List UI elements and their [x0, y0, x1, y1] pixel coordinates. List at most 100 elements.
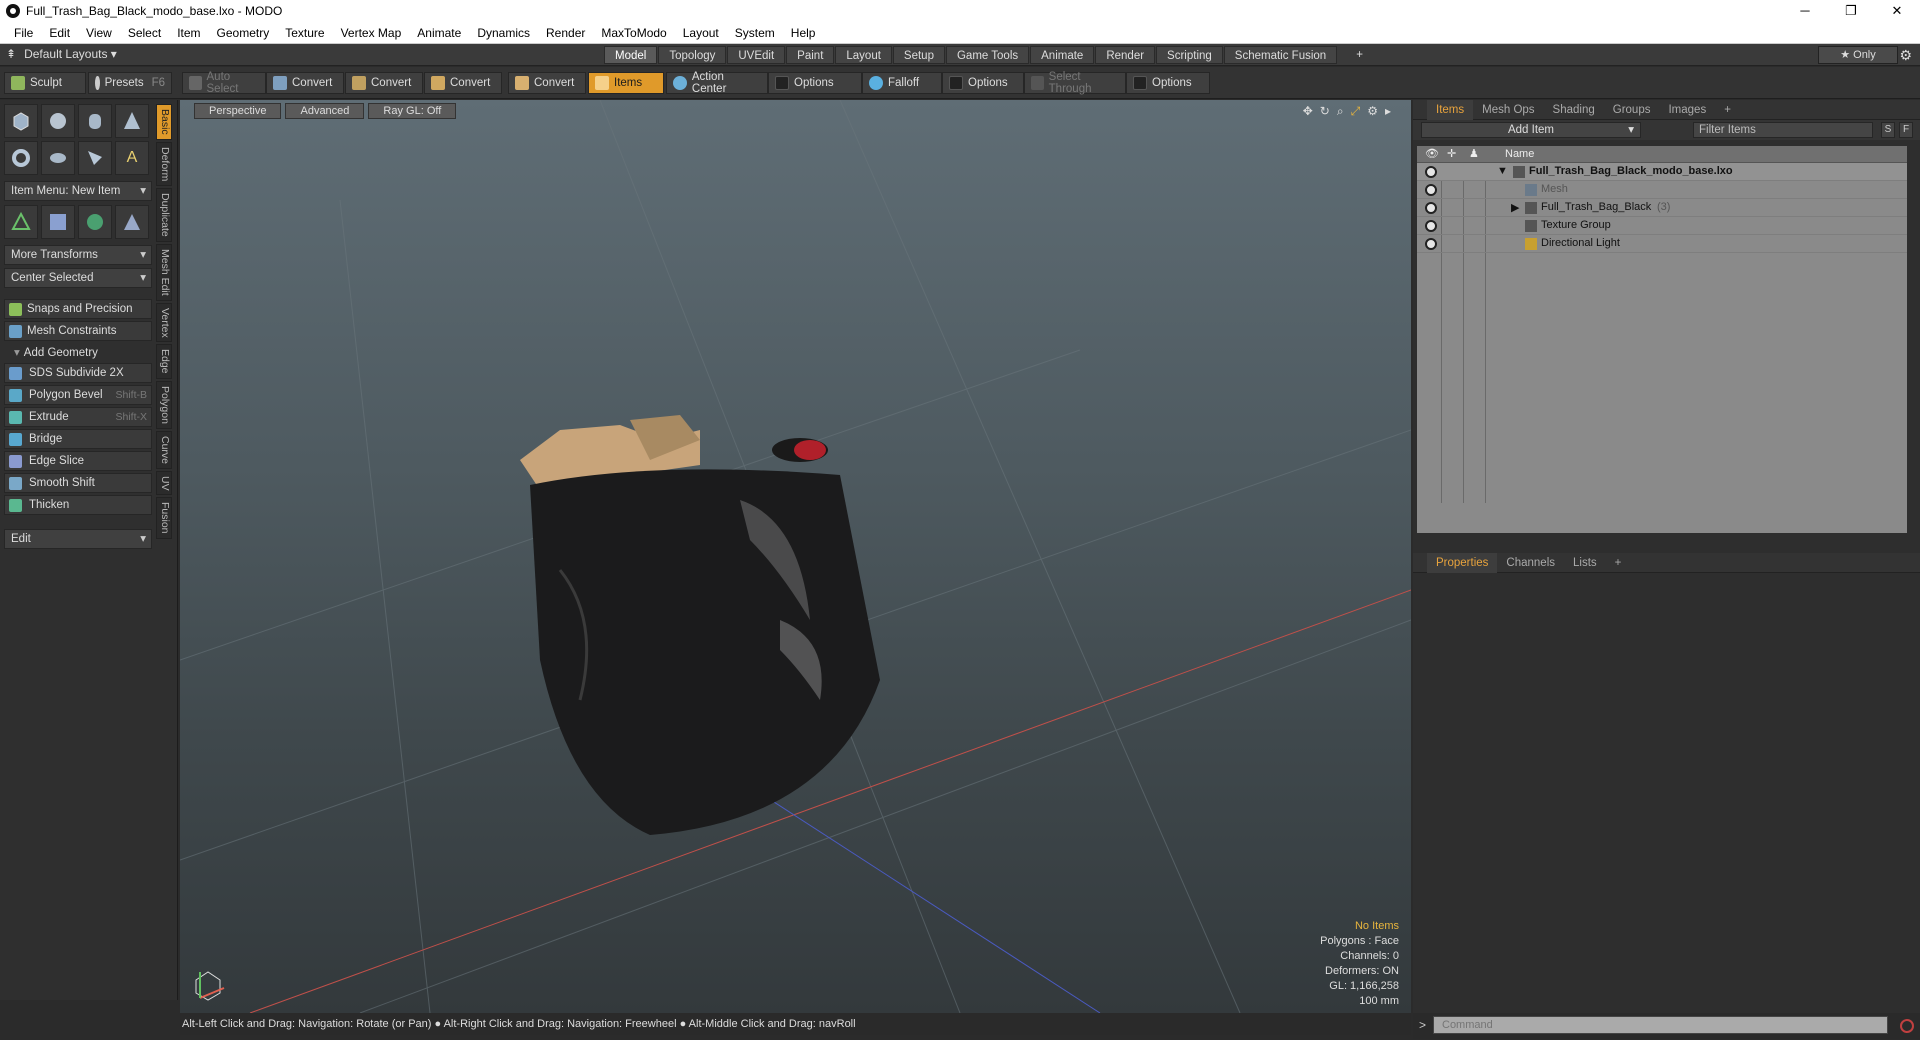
grid-tool-button[interactable] — [41, 205, 75, 239]
record-icon[interactable] — [1900, 1019, 1914, 1033]
tree-row-directional-light[interactable]: Directional Light — [1417, 235, 1907, 253]
add-property-tab-button[interactable]: + — [1606, 553, 1631, 573]
eye-icon[interactable] — [1425, 166, 1437, 178]
vtab-duplicate[interactable]: Duplicate — [156, 188, 172, 242]
menu-dynamics[interactable]: Dynamics — [469, 26, 538, 40]
menu-render[interactable]: Render — [538, 26, 593, 40]
action-center-button[interactable]: Action Center — [666, 71, 768, 95]
sds-subdivide-button[interactable]: SDS Subdivide 2X — [4, 363, 152, 383]
tab-properties[interactable]: Properties — [1427, 552, 1498, 573]
select-through-button[interactable]: Select Through — [1024, 71, 1126, 95]
menu-vertex-map[interactable]: Vertex Map — [333, 26, 410, 40]
tree-row-scene[interactable]: ▼ Full_Trash_Bag_Black_modo_base.lxo — [1417, 163, 1907, 181]
tab-model[interactable]: Model — [604, 46, 658, 64]
menu-edit[interactable]: Edit — [41, 26, 78, 40]
vtab-deform[interactable]: Deform — [156, 141, 172, 187]
layout-arrow-icon[interactable]: ⇞ — [6, 47, 16, 61]
raygl-button[interactable]: Ray GL: Off — [368, 103, 457, 119]
maximize-button[interactable]: ❐ — [1828, 0, 1874, 22]
cube-primitive-button[interactable] — [4, 104, 38, 138]
rotate-icon[interactable]: ↻ — [1320, 104, 1330, 119]
command-input[interactable] — [1433, 1016, 1888, 1034]
presets-button[interactable]: Presets F6 — [88, 72, 172, 94]
falloff-button[interactable]: Falloff — [862, 72, 942, 94]
capsule-primitive-button[interactable] — [41, 141, 75, 175]
tab-setup[interactable]: Setup — [892, 46, 945, 64]
viewport-gear-icon[interactable]: ⚙ — [1367, 104, 1378, 119]
tab-paint[interactable]: Paint — [786, 46, 835, 64]
thicken-button[interactable]: Thicken — [4, 495, 152, 515]
add-geometry-header[interactable]: ▾ Add Geometry — [4, 343, 152, 363]
expand-arrow-icon[interactable]: ▶ — [1511, 201, 1519, 214]
minimize-button[interactable]: ─ — [1782, 0, 1828, 22]
eye-icon[interactable] — [1425, 220, 1437, 232]
tab-topology[interactable]: Topology — [658, 46, 727, 64]
auto-select-button[interactable]: Auto Select — [182, 71, 266, 95]
viewport-expand-icon[interactable]: ▸ — [1385, 104, 1391, 119]
cone-primitive-button[interactable] — [115, 104, 149, 138]
tree-row-trash-bag[interactable]: ▶ Full_Trash_Bag_Black (3) — [1417, 199, 1907, 217]
mesh-constraints-button[interactable]: Mesh Constraints — [4, 321, 152, 341]
tab-groups[interactable]: Groups — [1604, 100, 1660, 120]
tab-lists[interactable]: Lists — [1564, 553, 1606, 573]
tree-row-texture-group[interactable]: Texture Group — [1417, 217, 1907, 235]
zoom-icon[interactable]: ⌕ — [1337, 104, 1344, 119]
eye-icon[interactable] — [1425, 238, 1437, 250]
eye-icon[interactable] — [1425, 202, 1437, 214]
tab-channels[interactable]: Channels — [1497, 553, 1564, 573]
fit-icon[interactable]: ⤢ — [1351, 104, 1361, 119]
vtab-basic[interactable]: Basic — [156, 104, 172, 140]
vtab-polygon[interactable]: Polygon — [156, 380, 172, 429]
convert-button-1[interactable]: Convert — [266, 72, 344, 94]
eye-icon[interactable] — [1425, 184, 1437, 196]
text-tool-button[interactable]: A — [115, 141, 149, 175]
edit-dropdown[interactable]: Edit — [4, 529, 152, 549]
filter-s-button[interactable]: S — [1881, 122, 1895, 138]
tab-game-tools[interactable]: Game Tools — [945, 46, 1030, 64]
3d-viewport[interactable]: Perspective Advanced Ray GL: Off ✥ ↻ ⌕ ⤢… — [180, 100, 1411, 1013]
menu-view[interactable]: View — [78, 26, 120, 40]
add-item-dropdown[interactable]: Add Item ▾ — [1421, 122, 1641, 138]
tab-render[interactable]: Render — [1095, 46, 1156, 64]
falloff-options-button[interactable]: Options — [942, 72, 1024, 94]
menu-system[interactable]: System — [727, 26, 783, 40]
perspective-button[interactable]: Perspective — [194, 103, 282, 119]
tree-row-mesh[interactable]: Mesh — [1417, 181, 1907, 199]
tab-uvedit[interactable]: UVEdit — [727, 46, 786, 64]
name-column-header[interactable]: Name — [1505, 148, 1534, 160]
pan-icon[interactable]: ✥ — [1303, 104, 1313, 119]
add-panel-tab-button[interactable]: + — [1715, 100, 1740, 120]
convert-button-4[interactable]: Convert — [508, 72, 586, 94]
vtab-uv[interactable]: UV — [156, 470, 172, 496]
center-selected-dropdown[interactable]: Center Selected — [4, 268, 152, 288]
cylinder-primitive-button[interactable] — [78, 104, 112, 138]
vtab-mesh-edit[interactable]: Mesh Edit — [156, 243, 172, 301]
polygon-bevel-button[interactable]: Polygon Bevel Shift-B — [4, 385, 152, 405]
menu-file[interactable]: File — [6, 26, 41, 40]
items-mode-button[interactable]: Items — [588, 72, 664, 94]
more-transforms-dropdown[interactable]: More Transforms — [4, 245, 152, 265]
expand-arrow-icon[interactable]: ▼ — [1497, 165, 1508, 177]
sculpt-button[interactable]: Sculpt — [4, 72, 86, 94]
menu-geometry[interactable]: Geometry — [209, 26, 278, 40]
menu-select[interactable]: Select — [120, 26, 169, 40]
menu-item[interactable]: Item — [169, 26, 208, 40]
sphere-primitive-button[interactable] — [41, 104, 75, 138]
add-tab-button[interactable]: + — [1346, 46, 1373, 64]
snaps-precision-button[interactable]: Snaps and Precision — [4, 299, 152, 319]
bridge-button[interactable]: Bridge — [4, 429, 152, 449]
convert-button-2[interactable]: Convert — [345, 72, 423, 94]
tab-layout[interactable]: Layout — [835, 46, 892, 64]
default-layouts-dropdown[interactable]: Default Layouts ▾ — [24, 47, 117, 61]
menu-layout[interactable]: Layout — [675, 26, 727, 40]
extrude-button[interactable]: Extrude Shift-X — [4, 407, 152, 427]
filter-f-button[interactable]: F — [1899, 122, 1913, 138]
tab-shading[interactable]: Shading — [1544, 100, 1604, 120]
menu-maxtomodo[interactable]: MaxToModo — [593, 26, 674, 40]
tab-images[interactable]: Images — [1659, 100, 1715, 120]
advanced-button[interactable]: Advanced — [285, 103, 365, 119]
smooth-shift-button[interactable]: Smooth Shift — [4, 473, 152, 493]
transform-tool-button[interactable] — [4, 205, 38, 239]
vtab-edge[interactable]: Edge — [156, 344, 172, 379]
tab-schematic-fusion[interactable]: Schematic Fusion — [1223, 46, 1338, 64]
